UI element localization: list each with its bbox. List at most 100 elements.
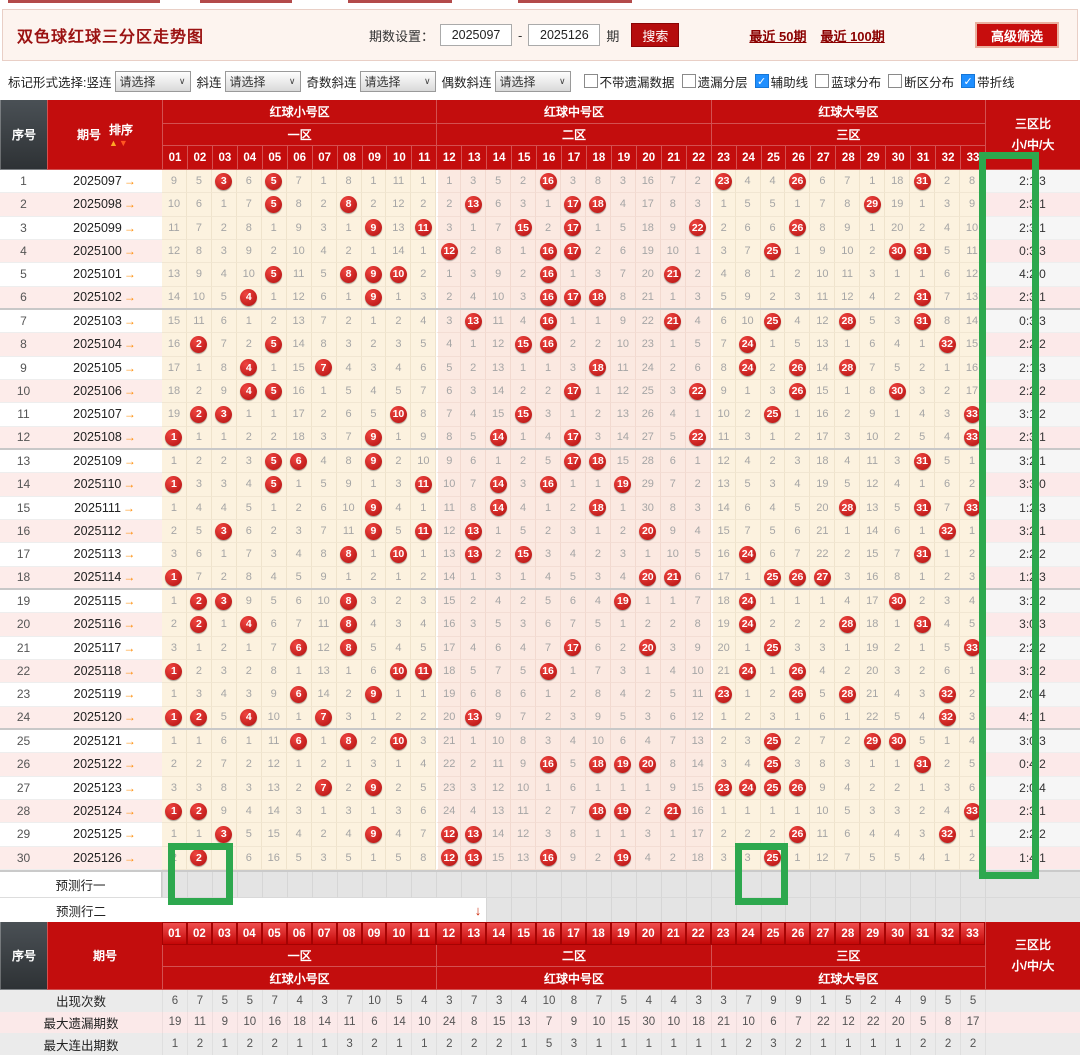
row-period[interactable]: 2025126 → — [47, 846, 162, 870]
prediction-cell[interactable] — [935, 898, 961, 924]
prediction-cell[interactable] — [486, 872, 512, 898]
vertical-link-select[interactable]: 请选择 ∨ — [114, 70, 191, 92]
prediction-cell[interactable] — [311, 872, 337, 898]
prediction-cell[interactable] — [785, 898, 811, 924]
prediction-cell[interactable] — [710, 872, 736, 898]
prediction-cell[interactable] — [511, 872, 537, 898]
prediction-cell[interactable] — [685, 872, 711, 898]
row-period[interactable]: 2025101 → — [47, 263, 162, 287]
row-period[interactable]: 2025097 → — [47, 170, 162, 194]
prediction-cell[interactable] — [486, 898, 512, 924]
period-to-input[interactable] — [528, 24, 601, 46]
odd-diagonal-select[interactable]: 请选择 ∨ — [359, 70, 436, 92]
prediction-cell[interactable] — [610, 898, 636, 924]
prediction-cell[interactable] — [286, 872, 312, 898]
row-period[interactable]: 2025119 → — [47, 683, 162, 707]
prediction-cell[interactable] — [810, 898, 836, 924]
row-period[interactable]: 2025103 → — [47, 309, 162, 334]
prediction-cell[interactable] — [835, 872, 861, 898]
prediction-cell[interactable] — [710, 898, 736, 924]
checkbox-no-miss-data[interactable]: 不带遗漏数据 — [583, 72, 675, 91]
prediction-cell[interactable] — [536, 898, 562, 924]
prediction-cell[interactable] — [361, 872, 387, 898]
checkbox-fold-line[interactable]: ✓ 带折线 — [961, 72, 1015, 91]
prediction-cell[interactable] — [910, 872, 936, 898]
checkbox-aux-lines[interactable]: ✓ 辅助线 — [754, 72, 808, 91]
prediction-cell[interactable] — [810, 872, 836, 898]
row-period[interactable]: 2025111 → — [47, 496, 162, 520]
row-period[interactable]: 2025124 → — [47, 799, 162, 824]
prediction-cell[interactable] — [561, 872, 586, 898]
row-period[interactable]: 2025109 → — [47, 449, 162, 474]
row-period[interactable]: 2025114 → — [47, 566, 162, 588]
scroll-down-icon[interactable]: ↓ — [475, 903, 482, 918]
advanced-filter-button[interactable]: 高级筛选 — [975, 22, 1059, 48]
recent-50-link[interactable]: 最近 50期 — [749, 26, 806, 45]
prediction-cell[interactable] — [860, 898, 886, 924]
prediction-cell[interactable] — [561, 898, 586, 924]
sort-arrows[interactable]: ▲▼ — [109, 138, 133, 148]
row-period[interactable]: 2025115 → — [47, 589, 162, 614]
prediction-cell[interactable] — [910, 898, 936, 924]
prediction-cell[interactable] — [860, 872, 886, 898]
row-period[interactable]: 2025125 → — [47, 823, 162, 847]
row-period[interactable]: 2025121 → — [47, 729, 162, 754]
prediction-cell[interactable] — [436, 872, 462, 898]
prediction-cell[interactable] — [511, 898, 537, 924]
diagonal-link-select[interactable]: 请选择 ∨ — [224, 70, 301, 92]
search-button[interactable]: 搜索 — [631, 23, 680, 47]
number-cell: 4 — [461, 403, 487, 427]
sort-control[interactable]: 排序 ▲▼ — [109, 121, 133, 148]
prediction-cell[interactable] — [885, 872, 911, 898]
prediction-cell[interactable] — [461, 872, 487, 898]
prediction-cell[interactable] — [935, 872, 961, 898]
row-period[interactable]: 2025104 → — [47, 333, 162, 357]
prediction-cell[interactable] — [610, 872, 636, 898]
row-period[interactable]: 2025116 → — [47, 613, 162, 637]
prediction-cell[interactable] — [386, 872, 412, 898]
prediction-cell[interactable] — [960, 898, 985, 924]
row-period[interactable]: 2025107 → — [47, 403, 162, 427]
prediction-cell[interactable] — [236, 872, 262, 898]
prediction-cell[interactable] — [585, 898, 611, 924]
sort-asc-icon[interactable]: ▲ — [109, 138, 119, 148]
row-period[interactable]: 2025106 → — [47, 379, 162, 404]
checkbox-zone-break[interactable]: 断区分布 — [888, 72, 954, 91]
prediction-cell[interactable] — [660, 872, 686, 898]
row-period[interactable]: 2025118 → — [47, 659, 162, 684]
prediction-cell[interactable] — [585, 872, 611, 898]
prediction-cell[interactable] — [261, 872, 287, 898]
sort-desc-icon[interactable]: ▼ — [119, 138, 129, 148]
miss-count: 7 — [944, 291, 951, 304]
row-period[interactable]: 2025102 → — [47, 286, 162, 308]
prediction-cell[interactable] — [635, 898, 661, 924]
prediction-cell[interactable] — [411, 872, 437, 898]
row-period[interactable]: 2025117 → — [47, 636, 162, 660]
row-period[interactable]: 2025112 → — [47, 519, 162, 544]
row-period[interactable]: 2025108 → — [47, 426, 162, 448]
prediction-cell[interactable] — [635, 872, 661, 898]
row-period[interactable]: 2025100 → — [47, 239, 162, 264]
row-period[interactable]: 2025113 → — [47, 543, 162, 567]
period-from-input[interactable] — [440, 24, 513, 46]
row-period[interactable]: 2025098 → — [47, 193, 162, 217]
number-cell: 14 — [810, 356, 836, 380]
prediction-cell[interactable] — [785, 872, 811, 898]
row-period[interactable]: 2025099 → — [47, 216, 162, 240]
prediction-cell[interactable] — [660, 898, 686, 924]
prediction-cell[interactable] — [336, 872, 362, 898]
prediction-cell[interactable] — [835, 898, 861, 924]
number-cell: 14 — [486, 496, 512, 520]
row-period[interactable]: 2025120 → — [47, 706, 162, 728]
row-period[interactable]: 2025105 → — [47, 356, 162, 380]
row-period[interactable]: 2025123 → — [47, 776, 162, 800]
prediction-cell[interactable] — [685, 898, 711, 924]
even-diagonal-select[interactable]: 请选择 ∨ — [494, 70, 571, 92]
row-period[interactable]: 2025110 → — [47, 473, 162, 497]
checkbox-blue-ball[interactable]: 蓝球分布 — [815, 72, 881, 91]
prediction-cell[interactable] — [885, 898, 911, 924]
prediction-cell[interactable] — [536, 872, 562, 898]
row-period[interactable]: 2025122 → — [47, 753, 162, 777]
recent-100-link[interactable]: 最近 100期 — [820, 26, 884, 45]
checkbox-miss-layering[interactable]: 遗漏分层 — [681, 72, 748, 91]
